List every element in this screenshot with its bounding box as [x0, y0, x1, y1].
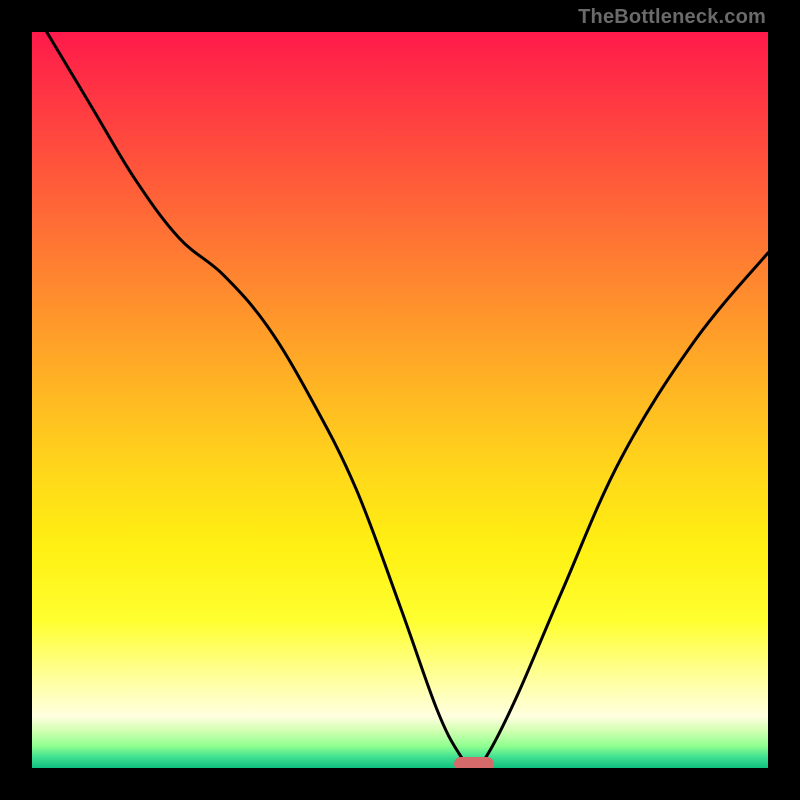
- optimal-point-marker: [454, 757, 494, 768]
- plot-area: [32, 32, 768, 768]
- chart-frame: TheBottleneck.com: [0, 0, 800, 800]
- watermark-text: TheBottleneck.com: [578, 6, 766, 29]
- bottleneck-curve: [32, 32, 768, 768]
